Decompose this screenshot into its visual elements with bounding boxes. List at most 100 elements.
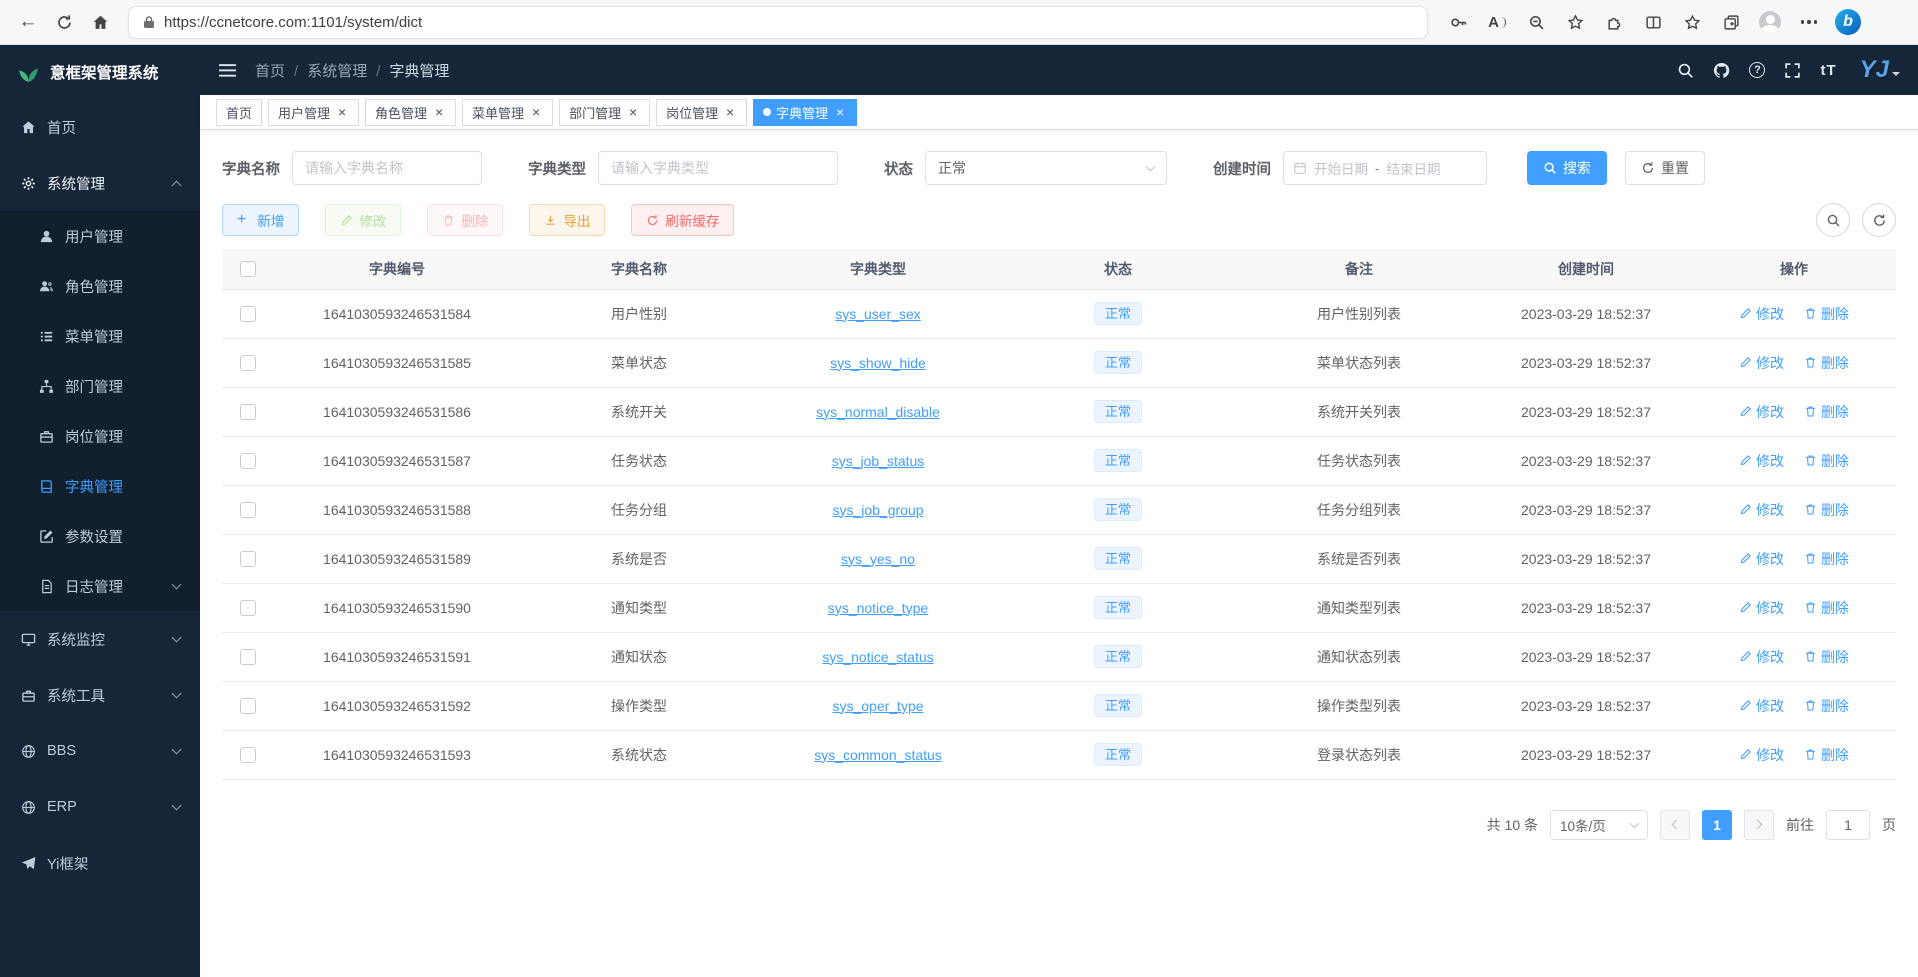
dict-type-link[interactable]: sys_yes_no (841, 551, 915, 567)
row-delete-link[interactable]: 删除 (1804, 549, 1849, 569)
sidebar-item-menu[interactable]: 菜单管理 (0, 311, 200, 361)
address-bar[interactable]: https://ccnetcore.com:1101/system/dict (128, 6, 1428, 39)
tab-close-icon[interactable] (335, 105, 349, 119)
dict-type-link[interactable]: sys_common_status (814, 747, 942, 763)
row-checkbox[interactable] (240, 453, 256, 469)
tab-close-icon[interactable] (626, 105, 640, 119)
dict-type-link[interactable]: sys_job_group (832, 502, 923, 518)
page-size-select[interactable]: 10条/页 (1550, 810, 1648, 840)
row-delete-link[interactable]: 删除 (1804, 500, 1849, 520)
tab-close-icon[interactable] (529, 105, 543, 119)
home-button[interactable] (82, 5, 118, 39)
help-button[interactable] (1749, 62, 1765, 78)
dict-type-link[interactable]: sys_oper_type (832, 698, 923, 714)
tab-7[interactable]: 字典管理 (753, 99, 857, 126)
row-checkbox[interactable] (240, 306, 256, 322)
dict-type-link[interactable]: sys_show_hide (830, 355, 926, 371)
tab-2[interactable]: 用户管理 (268, 99, 359, 126)
goto-page-input[interactable] (1826, 810, 1870, 840)
collapse-sidebar-button[interactable] (218, 61, 237, 80)
status-select[interactable]: 正常 (925, 151, 1167, 185)
sidebar-item-system[interactable]: 系统管理 (0, 155, 200, 211)
password-key-button[interactable] (1440, 5, 1476, 39)
row-delete-link[interactable]: 删除 (1804, 304, 1849, 324)
row-edit-link[interactable]: 修改 (1739, 647, 1784, 667)
row-delete-link[interactable]: 删除 (1804, 598, 1849, 618)
row-delete-link[interactable]: 删除 (1804, 353, 1849, 373)
sidebar-item-bbs[interactable]: BBS (0, 723, 200, 779)
app-logo[interactable]: 意框架管理系统 (0, 45, 200, 99)
dict-name-input[interactable] (292, 151, 482, 185)
sidebar-item-monitor[interactable]: 系统监控 (0, 611, 200, 667)
sidebar-item-dept[interactable]: 部门管理 (0, 361, 200, 411)
tab-1[interactable]: 首页 (216, 99, 262, 126)
row-checkbox[interactable] (240, 502, 256, 518)
row-edit-link[interactable]: 修改 (1739, 696, 1784, 716)
select-all-checkbox[interactable] (240, 261, 256, 277)
row-delete-link[interactable]: 删除 (1804, 745, 1849, 765)
sidebar-item-user[interactable]: 用户管理 (0, 211, 200, 261)
dict-type-link[interactable]: sys_job_status (832, 453, 925, 469)
profile-button[interactable] (1752, 5, 1788, 39)
favorites-button[interactable] (1674, 5, 1710, 39)
row-checkbox[interactable] (240, 600, 256, 616)
refresh-cache-button[interactable]: 刷新缓存 (631, 204, 734, 236)
refresh-table-button[interactable] (1862, 203, 1896, 237)
dict-type-link[interactable]: sys_user_sex (835, 306, 921, 322)
browser-menu-button[interactable] (1791, 5, 1827, 39)
prev-page-button[interactable] (1660, 810, 1690, 840)
row-checkbox[interactable] (240, 355, 256, 371)
row-delete-link[interactable]: 删除 (1804, 696, 1849, 716)
sidebar-item-log[interactable]: 日志管理 (0, 561, 200, 611)
row-delete-link[interactable]: 删除 (1804, 647, 1849, 667)
sidebar-item-role[interactable]: 角色管理 (0, 261, 200, 311)
search-button[interactable]: 搜索 (1527, 151, 1607, 185)
user-menu[interactable]: YJ (1860, 56, 1900, 84)
collections-button[interactable] (1713, 5, 1749, 39)
tab-5[interactable]: 部门管理 (559, 99, 650, 126)
tab-close-icon[interactable] (833, 105, 847, 119)
current-page[interactable]: 1 (1702, 810, 1732, 840)
row-edit-link[interactable]: 修改 (1739, 500, 1784, 520)
row-edit-link[interactable]: 修改 (1739, 549, 1784, 569)
back-button[interactable]: ← (10, 5, 46, 39)
dict-type-input[interactable] (598, 151, 838, 185)
row-edit-link[interactable]: 修改 (1739, 402, 1784, 422)
row-checkbox[interactable] (240, 551, 256, 567)
add-favorite-button[interactable] (1557, 5, 1593, 39)
dict-type-link[interactable]: sys_notice_type (828, 600, 928, 616)
row-checkbox[interactable] (240, 747, 256, 763)
tab-close-icon[interactable] (432, 105, 446, 119)
dict-type-link[interactable]: sys_notice_status (822, 649, 933, 665)
add-button[interactable]: 新增 (222, 204, 299, 236)
read-aloud-button[interactable]: A (1479, 5, 1515, 39)
row-edit-link[interactable]: 修改 (1739, 451, 1784, 471)
row-checkbox[interactable] (240, 698, 256, 714)
fullscreen-button[interactable] (1784, 62, 1801, 79)
github-button[interactable] (1713, 62, 1730, 79)
toggle-search-button[interactable] (1816, 203, 1850, 237)
row-delete-link[interactable]: 删除 (1804, 451, 1849, 471)
row-edit-link[interactable]: 修改 (1739, 353, 1784, 373)
sidebar-item-param[interactable]: 参数设置 (0, 511, 200, 561)
edit-button[interactable]: 修改 (325, 204, 401, 236)
sidebar-item-home[interactable]: 首页 (0, 99, 200, 155)
tab-4[interactable]: 菜单管理 (462, 99, 553, 126)
row-checkbox[interactable] (240, 404, 256, 420)
row-edit-link[interactable]: 修改 (1739, 745, 1784, 765)
dict-type-link[interactable]: sys_normal_disable (816, 404, 940, 420)
tab-close-icon[interactable] (723, 105, 737, 119)
zoom-button[interactable] (1518, 5, 1554, 39)
refresh-button[interactable] (46, 5, 82, 39)
split-screen-button[interactable] (1635, 5, 1671, 39)
breadcrumb-system[interactable]: 系统管理 (307, 60, 380, 81)
sidebar-item-post[interactable]: 岗位管理 (0, 411, 200, 461)
date-range-picker[interactable]: 开始日期 - 结束日期 (1283, 151, 1487, 185)
breadcrumb-home[interactable]: 首页 (255, 60, 298, 81)
next-page-button[interactable] (1744, 810, 1774, 840)
copilot-button[interactable]: b (1830, 5, 1866, 39)
row-edit-link[interactable]: 修改 (1739, 304, 1784, 324)
sidebar-item-dict[interactable]: 字典管理 (0, 461, 200, 511)
sidebar-item-tools[interactable]: 系统工具 (0, 667, 200, 723)
row-delete-link[interactable]: 删除 (1804, 402, 1849, 422)
